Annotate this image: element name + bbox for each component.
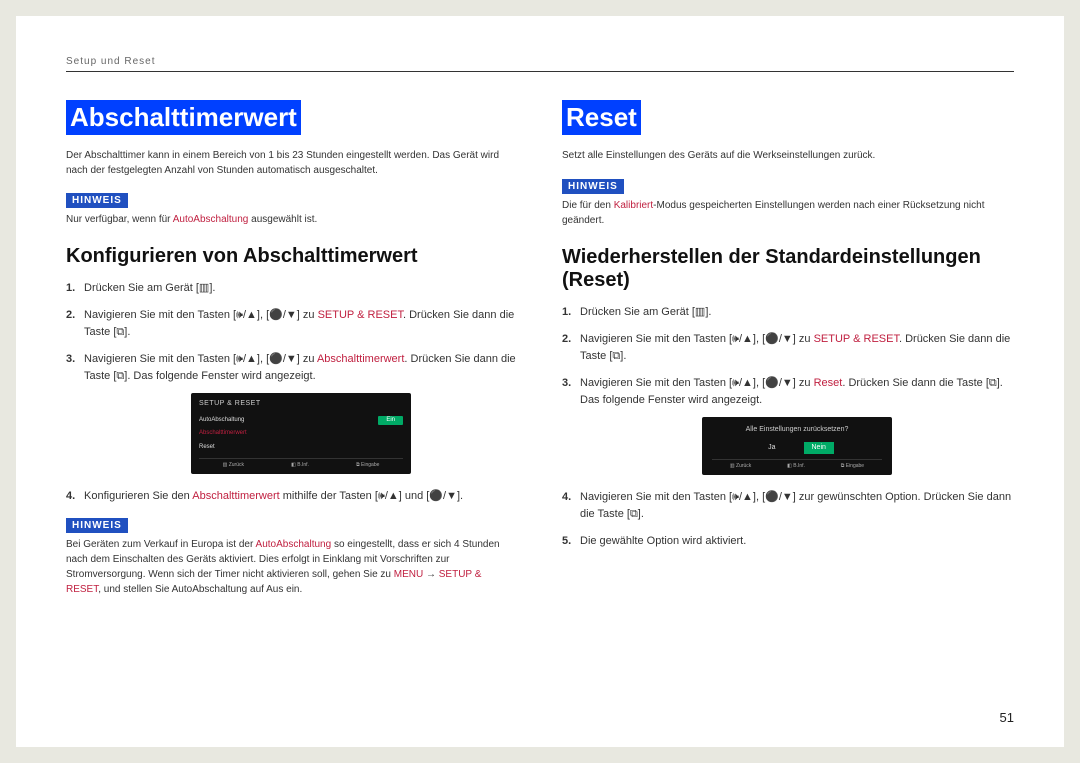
osd-foot-item: ◧ B.Inf.	[787, 463, 805, 471]
ref-abschalttimerwert: Abschalttimerwert	[317, 353, 404, 365]
section-header: Setup und Reset	[66, 56, 1014, 72]
two-column-layout: Abschalttimerwert Der Abschalttimer kann…	[66, 100, 1014, 615]
osd-foot-item: ⧉ Eingabe	[356, 462, 379, 470]
right-column: Reset Setzt alle Einstellungen des Gerät…	[562, 100, 1014, 615]
step-3: Navigieren Sie mit den Tasten [🕪/▲], [⚫/…	[66, 351, 518, 474]
osd-screenshot-reset: Alle Einstellungen zurücksetzen? Ja Nein…	[702, 417, 892, 475]
page-number: 51	[1000, 710, 1014, 725]
osd-foot-item: ▥ Zurück	[730, 463, 751, 471]
hinweis-text-1: Die für den Kalibriert-Modus gespeichert…	[562, 198, 1014, 228]
step-3: Navigieren Sie mit den Tasten [🕪/▲], [⚫/…	[562, 375, 1014, 476]
ref-reset: Reset	[814, 377, 843, 389]
osd-row: AutoAbschaltung Ein	[199, 414, 403, 427]
step-1: Drücken Sie am Gerät [▥].	[66, 280, 518, 297]
osd-foot-item: ◧ B.Inf.	[291, 462, 309, 470]
osd-option-nein: Nein	[804, 442, 834, 455]
ref-menu: MENU	[394, 569, 423, 580]
text-fragment: Nur verfügbar, wenn für	[66, 214, 173, 225]
osd-footer: ▥ Zurück ◧ B.Inf. ⧉ Eingabe	[712, 459, 882, 471]
text-fragment: Bei Geräten zum Verkauf in Europa ist de…	[66, 539, 256, 550]
osd-row-value: Ein	[378, 416, 403, 425]
steps-list-left: Drücken Sie am Gerät [▥]. Navigieren Sie…	[66, 280, 518, 505]
hinweis-badge: HINWEIS	[562, 179, 624, 194]
osd-screenshot-setup: SETUP & RESET AutoAbschaltung Ein Abschal…	[191, 393, 411, 473]
ref-autoabschaltung: AutoAbschaltung	[173, 214, 249, 225]
osd-question: Alle Einstellungen zurücksetzen?	[712, 425, 882, 436]
step-4: Konfigurieren Sie den Abschalttimerwert …	[66, 488, 518, 505]
osd-option-ja: Ja	[760, 442, 783, 455]
subheading-wiederherstellen: Wiederherstellen der Standardeinstellung…	[562, 246, 1014, 292]
text-fragment: mithilfe der Tasten [🕪/▲] und [⚫/▼].	[280, 490, 463, 502]
text-fragment: Navigieren Sie mit den Tasten [🕪/▲], [⚫/…	[580, 377, 814, 389]
text-fragment: Navigieren Sie mit den Tasten [🕪/▲], [⚫/…	[580, 333, 814, 345]
osd-footer: ▥ Zurück ◧ B.Inf. ⧉ Eingabe	[199, 458, 403, 470]
step-2: Navigieren Sie mit den Tasten [🕪/▲], [⚫/…	[562, 331, 1014, 365]
step-5: Die gewählte Option wird aktiviert.	[562, 533, 1014, 550]
hinweis-badge: HINWEIS	[66, 193, 128, 208]
hinweis-badge: HINWEIS	[66, 518, 128, 533]
text-fragment: Navigieren Sie mit den Tasten [🕪/▲], [⚫/…	[84, 309, 318, 321]
hinweis-text-2: Bei Geräten zum Verkauf in Europa ist de…	[66, 537, 518, 597]
ref-autoabschaltung: AutoAbschaltung	[256, 539, 332, 550]
osd-row-label: Abschalttimerwert	[199, 429, 247, 438]
heading-reset: Reset	[562, 100, 641, 135]
osd-row: Reset	[199, 441, 403, 454]
ref-abschalttimerwert: Abschalttimerwert	[192, 490, 279, 502]
intro-text: Der Abschalttimer kann in einem Bereich …	[66, 149, 518, 178]
steps-list-right: Drücken Sie am Gerät [▥]. Navigieren Sie…	[562, 304, 1014, 551]
text-fragment: ausgewählt ist.	[248, 214, 317, 225]
subheading-konfigurieren: Konfigurieren von Abschalttimerwert	[66, 245, 518, 268]
step-4: Navigieren Sie mit den Tasten [🕪/▲], [⚫/…	[562, 489, 1014, 523]
text-fragment: Die für den	[562, 200, 614, 211]
osd-row-selected: Abschalttimerwert	[199, 427, 403, 440]
text-fragment: , und stellen Sie AutoAbschaltung auf Au…	[98, 584, 302, 595]
osd-foot-item: ▥ Zurück	[223, 462, 244, 470]
intro-text: Setzt alle Einstellungen des Geräts auf …	[562, 149, 1014, 164]
ref-setup-reset: SETUP & RESET	[318, 309, 403, 321]
text-fragment: Navigieren Sie mit den Tasten [🕪/▲], [⚫/…	[84, 353, 317, 365]
osd-row-label: Reset	[199, 443, 215, 452]
ref-setup-reset: SETUP & RESET	[814, 333, 899, 345]
osd-title: SETUP & RESET	[199, 399, 403, 410]
text-fragment: Konfigurieren Sie den	[84, 490, 192, 502]
osd-options: Ja Nein	[712, 442, 882, 455]
left-column: Abschalttimerwert Der Abschalttimer kann…	[66, 100, 518, 615]
step-1: Drücken Sie am Gerät [▥].	[562, 304, 1014, 321]
heading-abschalttimerwert: Abschalttimerwert	[66, 100, 301, 135]
osd-foot-item: ⧉ Eingabe	[841, 463, 864, 471]
ref-kalibriert: Kalibriert	[614, 200, 653, 211]
hinweis-text-1: Nur verfügbar, wenn für AutoAbschaltung …	[66, 212, 518, 227]
step-2: Navigieren Sie mit den Tasten [🕪/▲], [⚫/…	[66, 307, 518, 341]
arrow-icon: →	[423, 569, 439, 580]
osd-row-label: AutoAbschaltung	[199, 416, 244, 425]
manual-page: Setup und Reset Abschalttimerwert Der Ab…	[16, 16, 1064, 747]
